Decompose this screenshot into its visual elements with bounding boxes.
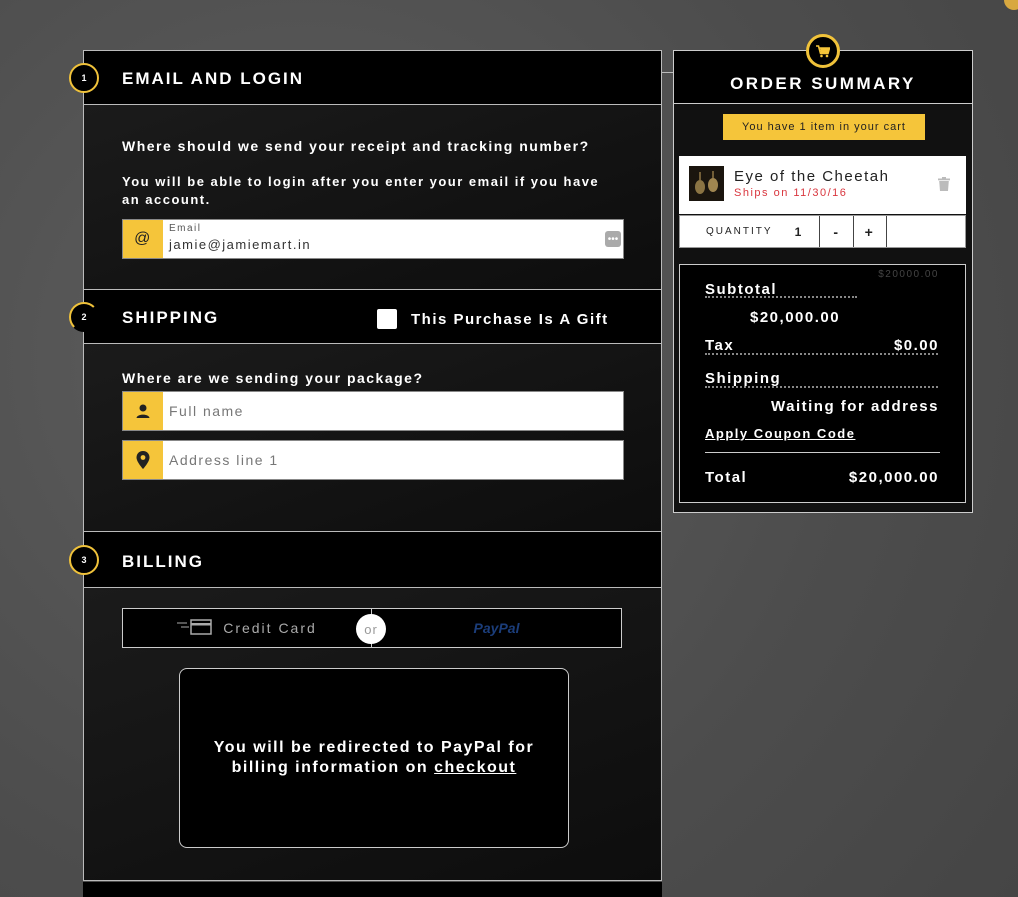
checkout-link[interactable]: checkout [434, 759, 516, 776]
gift-label[interactable]: This Purchase Is A Gift [411, 311, 609, 328]
apply-coupon-link[interactable]: Apply Coupon Code [705, 426, 855, 441]
address-input[interactable] [169, 441, 599, 479]
subtotal-dots [705, 296, 857, 298]
subtotal-value: $20,000.00 [750, 309, 841, 326]
email-section-body: Where should we send your receipt and tr… [83, 105, 662, 289]
shipping-label: Shipping [705, 370, 782, 387]
billing-section-body: Credit Card PayPal or You will be redire… [83, 588, 662, 881]
total-value: $20,000.00 [848, 469, 939, 486]
email-question: Where should we send your receipt and tr… [122, 138, 590, 154]
product-thumbnail[interactable] [689, 166, 724, 201]
shipping-section-header: 2 SHIPPING This Purchase Is A Gift [69, 289, 662, 344]
at-sign-icon: @ [123, 220, 163, 258]
order-totals: $20000.00 Subtotal $20,000.00 Tax $0.00 … [679, 264, 966, 503]
email-label: Email [169, 223, 202, 234]
cart-item: Eye of the Cheetah Ships on 11/30/16 [679, 156, 966, 214]
paypal-redirect-panel: You will be redirected to PayPal for bil… [179, 668, 569, 848]
shipping-question: Where are we sending your package? [122, 370, 424, 386]
corner-decoration [1004, 0, 1018, 10]
credit-card-option[interactable]: Credit Card [123, 609, 371, 647]
tax-value: $0.00 [893, 337, 939, 354]
faded-price: $20000.00 [878, 269, 939, 280]
quantity-decrement-button[interactable]: - [820, 216, 854, 247]
quantity-value: 1 [794, 224, 804, 239]
quantity-increment-button[interactable]: + [853, 216, 887, 247]
order-summary-header: ORDER SUMMARY [674, 34, 972, 104]
step-1-badge: 1 [69, 63, 99, 93]
ship-date: Ships on 11/30/16 [734, 187, 848, 199]
connector-line [662, 72, 673, 73]
product-name[interactable]: Eye of the Cheetah [734, 168, 889, 185]
shipping-value: Waiting for address [771, 398, 939, 415]
email-section-header: 1 EMAIL AND LOGIN [69, 50, 662, 105]
quantity-row: QUANTITY 1 - + [679, 215, 966, 248]
fullname-input[interactable] [169, 392, 599, 430]
quantity-label-cell: QUANTITY 1 [680, 216, 820, 247]
or-separator: or [356, 614, 386, 644]
shipping-section-body: Where are we sending your package? [83, 344, 662, 531]
billing-section-title: BILLING [122, 552, 204, 571]
credit-card-icon [177, 618, 213, 638]
checkout-form: 1 EMAIL AND LOGIN Where should we send y… [69, 50, 662, 897]
quantity-label: QUANTITY [706, 226, 773, 237]
cart-count-note: You have 1 item in your cart [723, 114, 925, 140]
totals-divider [705, 452, 940, 453]
map-pin-icon [123, 441, 163, 479]
email-subtext: You will be able to login after you ente… [122, 174, 600, 207]
order-summary-panel: ORDER SUMMARY You have 1 item in your ca… [673, 34, 973, 513]
credit-card-label: Credit Card [223, 620, 317, 636]
redirect-message: You will be redirected to PayPal for bil… [194, 738, 554, 778]
email-value[interactable]: jamie@jamiemart.in [169, 237, 311, 252]
password-manager-icon[interactable]: ••• [605, 231, 621, 247]
email-section-title: EMAIL AND LOGIN [122, 69, 305, 88]
fullname-field[interactable] [122, 391, 624, 431]
paypal-option[interactable]: PayPal [372, 609, 621, 647]
trash-icon[interactable] [938, 177, 950, 196]
tax-label: Tax [705, 337, 735, 354]
billing-section-header: 3 BILLING [69, 531, 662, 588]
order-summary-title: ORDER SUMMARY [730, 74, 916, 93]
payment-method-toggle: Credit Card PayPal or [122, 608, 622, 648]
gift-checkbox[interactable] [377, 309, 397, 329]
shipping-section-title: SHIPPING [122, 308, 220, 327]
step-3-badge: 3 [69, 545, 99, 575]
step-2-badge: 2 [69, 302, 99, 332]
cart-icon[interactable] [806, 34, 840, 68]
total-label: Total [705, 469, 748, 486]
person-icon [123, 392, 163, 430]
next-section-header [83, 882, 662, 897]
paypal-logo: PayPal [473, 620, 520, 636]
email-field[interactable]: @ Email jamie@jamiemart.in ••• [122, 219, 624, 259]
shipping-dots [705, 386, 938, 388]
address-field[interactable] [122, 440, 624, 480]
